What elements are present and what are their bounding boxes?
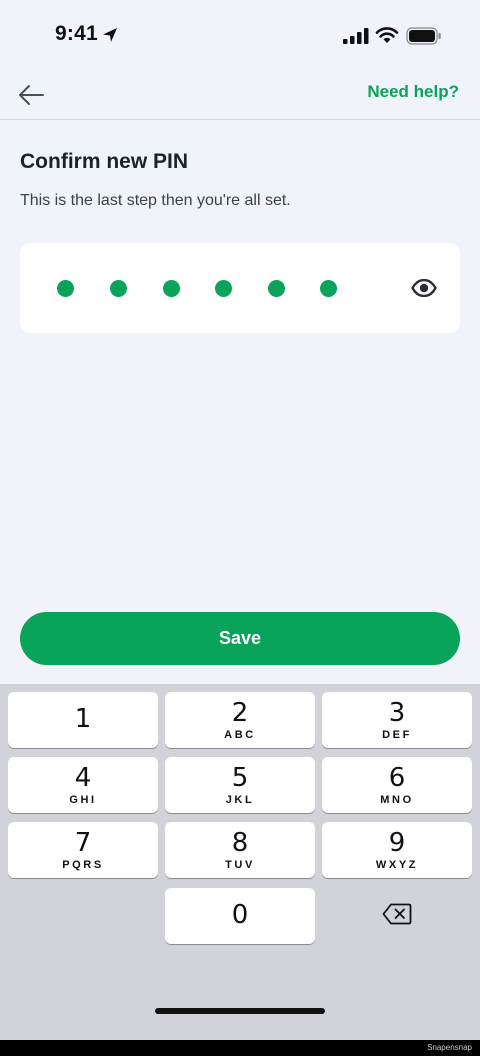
delete-key[interactable] [322, 886, 472, 942]
key-7[interactable]: 7 PQRS [8, 822, 158, 878]
page-title: Confirm new PIN [20, 150, 189, 173]
cellular-signal-icon [343, 28, 369, 44]
key-8[interactable]: 8 TUV [165, 822, 315, 878]
eye-icon [411, 279, 437, 297]
page-subtitle: This is the last step then you're all se… [20, 192, 291, 209]
key-digit: 5 [231, 763, 249, 793]
key-digit: 0 [231, 900, 249, 930]
numeric-keypad: 1 2 ABC 3 DEF 4 GHI 5 JKL 6 MNO 7 PQRS 8… [0, 684, 480, 1040]
key-letters: WXYZ [375, 859, 419, 871]
home-indicator [155, 1008, 325, 1014]
key-digit: 9 [388, 828, 406, 858]
key-1[interactable]: 1 [8, 692, 158, 748]
key-digit: 2 [231, 698, 249, 728]
nav-bar: Need help? [0, 72, 480, 120]
key-4[interactable]: 4 GHI [8, 757, 158, 813]
watermark: Snapensnap [427, 1043, 472, 1052]
pin-dot [268, 280, 285, 297]
status-bar: 9:41 [0, 0, 480, 72]
key-2[interactable]: 2 ABC [165, 692, 315, 748]
pin-dot [215, 280, 232, 297]
backspace-icon [382, 903, 412, 925]
key-letters: GHI [69, 794, 97, 806]
back-button[interactable] [14, 78, 48, 112]
pin-dot [320, 280, 337, 297]
key-letters: MNO [380, 794, 414, 806]
need-help-link[interactable]: Need help? [367, 82, 459, 102]
key-digit: 6 [388, 763, 406, 793]
key-digit: 3 [388, 698, 406, 728]
pin-dot [163, 280, 180, 297]
key-digit: 7 [74, 828, 92, 858]
key-letters: JKL [225, 794, 255, 806]
key-3[interactable]: 3 DEF [322, 692, 472, 748]
show-pin-toggle[interactable] [410, 276, 438, 300]
pin-dot [110, 280, 127, 297]
arrow-left-icon [19, 85, 44, 105]
pin-dot [57, 280, 74, 297]
watermark-bar: Snapensnap [0, 1040, 480, 1056]
key-0[interactable]: 0 [165, 888, 315, 944]
wifi-icon [375, 27, 399, 43]
key-letters: ABC [224, 729, 256, 741]
key-5[interactable]: 5 JKL [165, 757, 315, 813]
key-letters: TUV [225, 859, 255, 871]
save-button[interactable]: Save [20, 612, 460, 665]
key-9[interactable]: 9 WXYZ [322, 822, 472, 878]
key-digit: 1 [74, 704, 92, 734]
location-arrow-icon [103, 28, 117, 42]
key-digit: 8 [231, 828, 249, 858]
key-letters: PQRS [62, 859, 104, 871]
status-time: 9:41 [55, 22, 98, 45]
key-6[interactable]: 6 MNO [322, 757, 472, 813]
pin-input[interactable] [20, 243, 460, 333]
key-letters: DEF [382, 729, 412, 741]
battery-icon [406, 27, 441, 45]
key-digit: 4 [74, 763, 92, 793]
